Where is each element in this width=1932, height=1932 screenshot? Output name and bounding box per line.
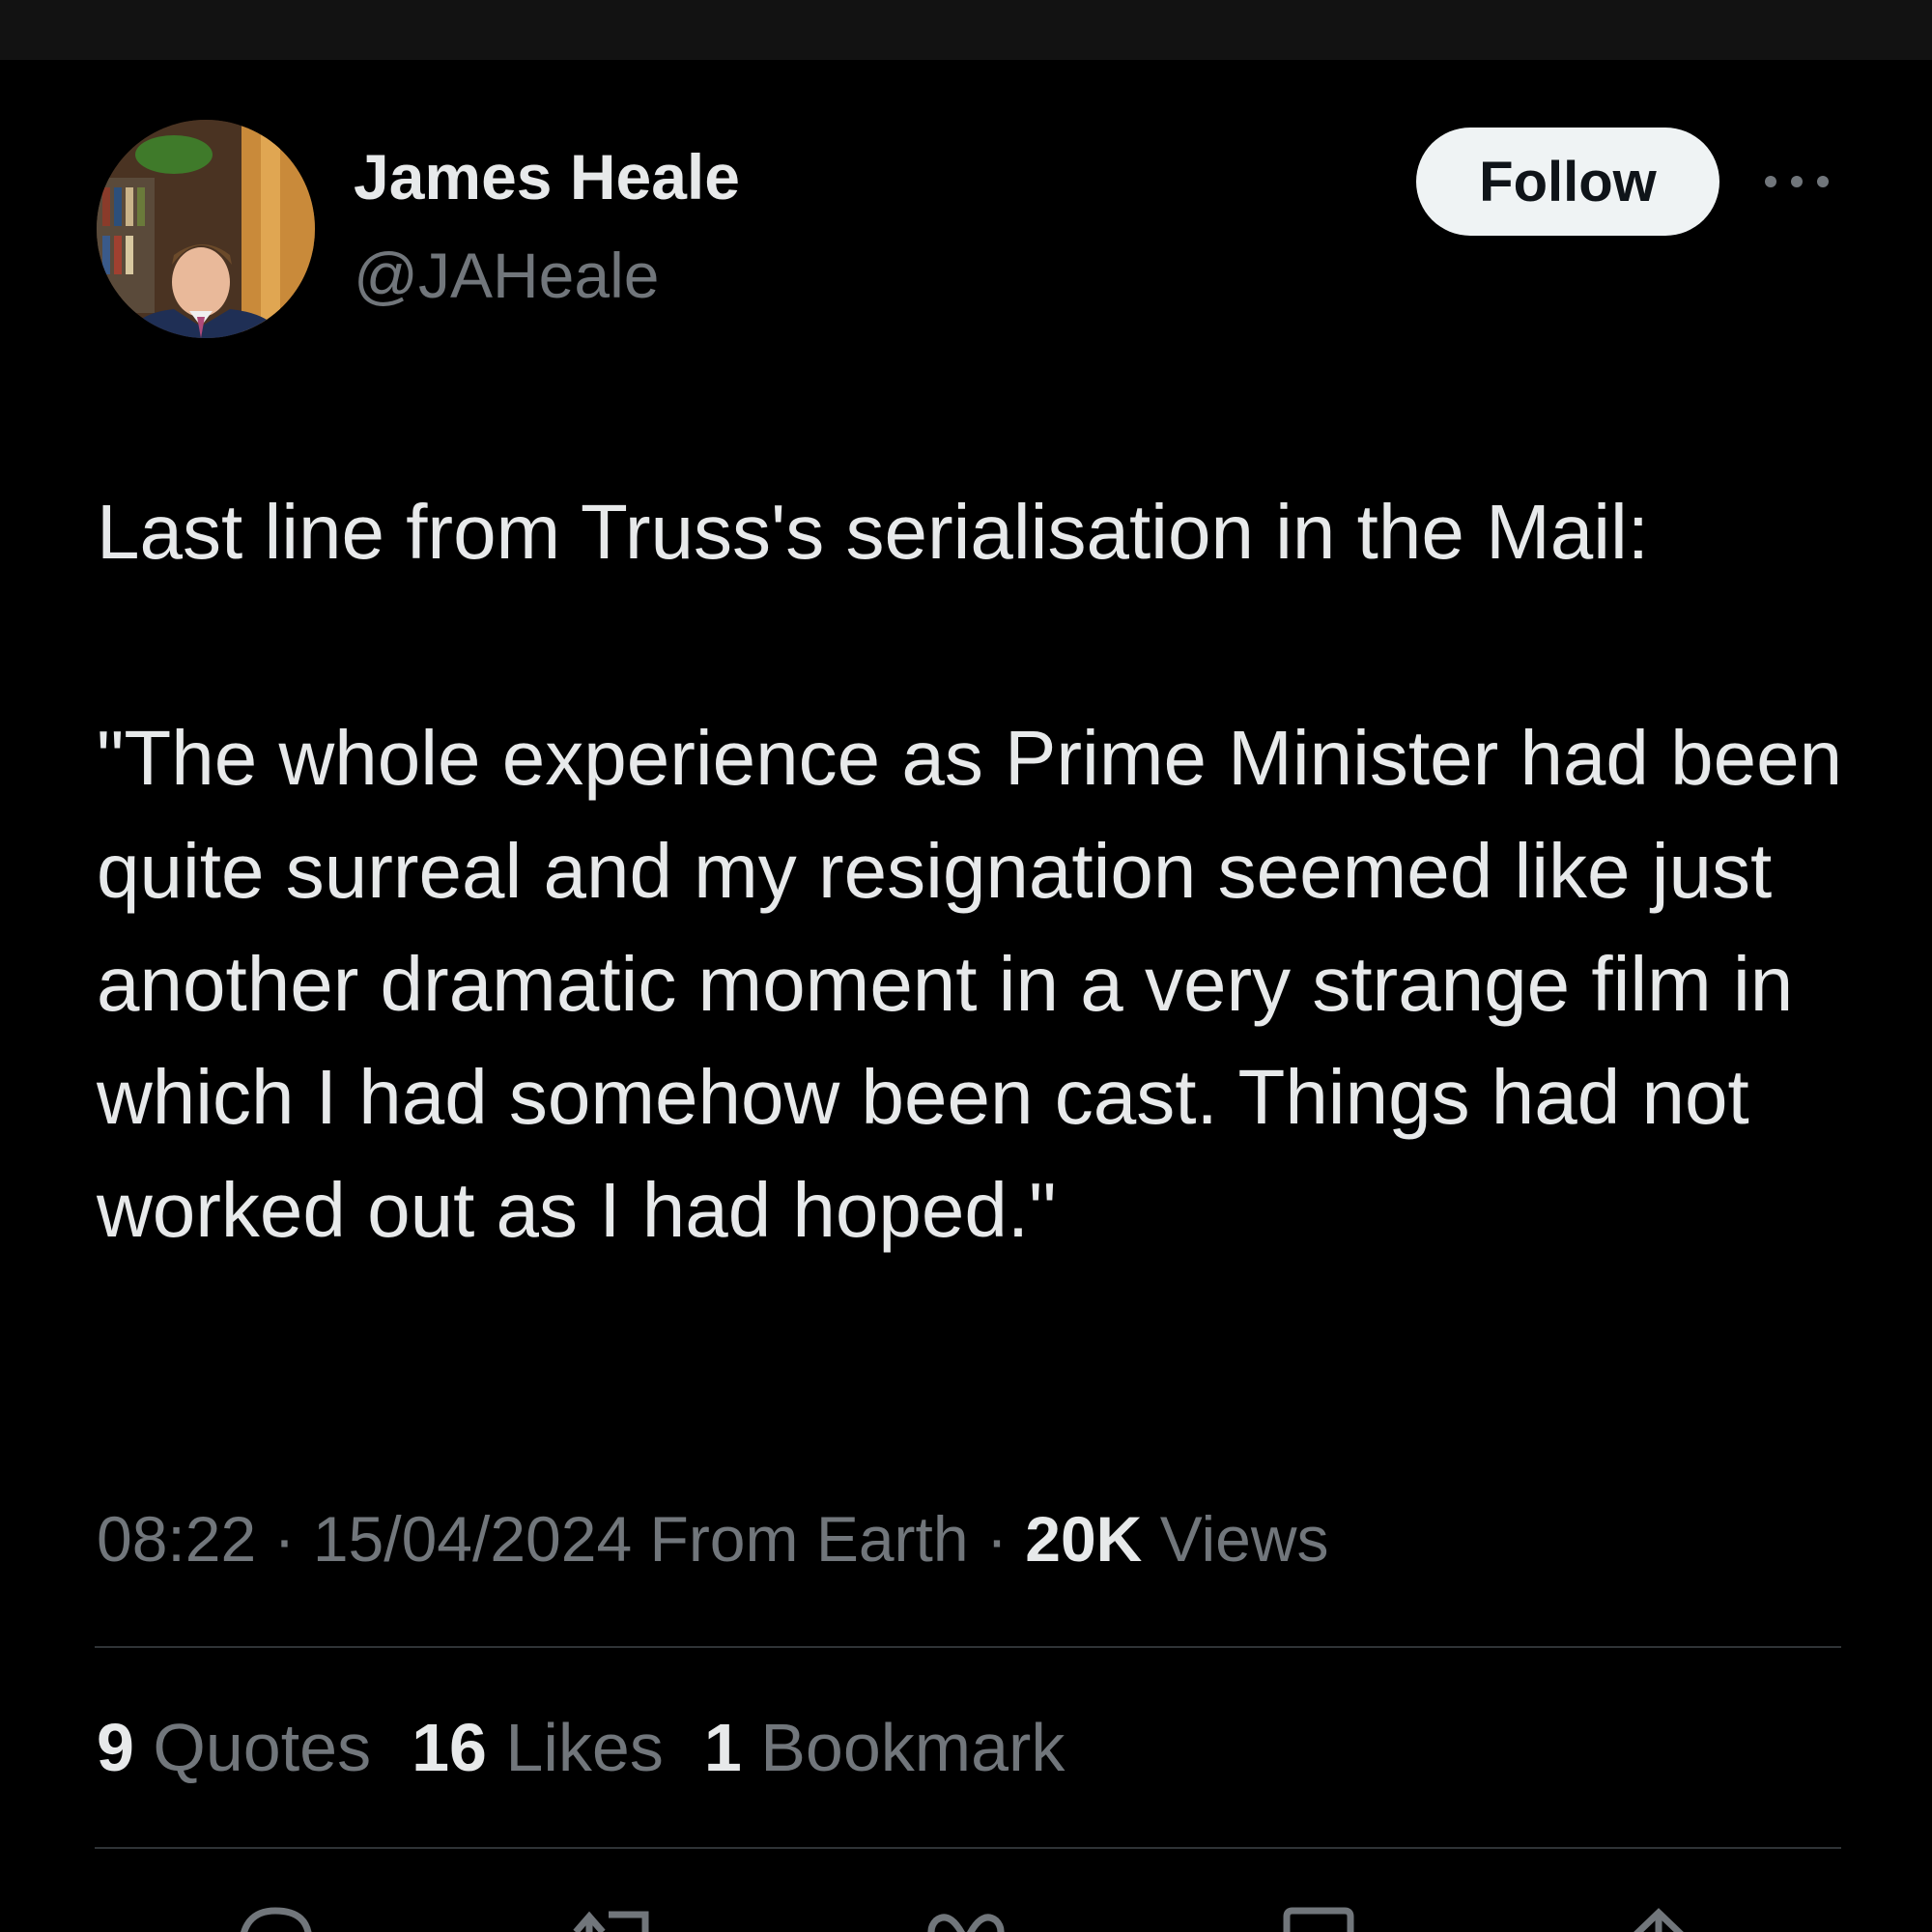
tweet-time[interactable]: 08:22 bbox=[97, 1503, 256, 1575]
author-handle[interactable]: @JAHeale bbox=[354, 243, 659, 307]
more-options-button[interactable] bbox=[1758, 162, 1835, 201]
quotes-count: 9 bbox=[97, 1710, 134, 1785]
tweet-text: Last line from Truss's serialisation in … bbox=[97, 489, 1843, 1253]
follow-button[interactable]: Follow bbox=[1416, 128, 1719, 236]
author-display-name[interactable]: James Heale bbox=[354, 145, 740, 209]
avatar-photo bbox=[97, 120, 315, 338]
quotes-stat[interactable]: 9 Quotes bbox=[97, 1714, 371, 1781]
likes-label: Likes bbox=[505, 1710, 664, 1785]
tweet-meta: 08:22 · 15/04/2024 From Earth · 20K View… bbox=[97, 1507, 1329, 1571]
tweet-source: From Earth bbox=[649, 1503, 969, 1575]
tweet-date[interactable]: 15/04/2024 bbox=[313, 1503, 632, 1575]
top-status-strip bbox=[0, 0, 1932, 60]
share-icon[interactable] bbox=[1615, 1903, 1702, 1932]
reply-icon[interactable] bbox=[232, 1903, 319, 1932]
quotes-label: Quotes bbox=[153, 1710, 372, 1785]
divider bbox=[95, 1646, 1841, 1648]
bookmarks-count: 1 bbox=[703, 1710, 742, 1785]
likes-count: 16 bbox=[412, 1710, 487, 1785]
repost-icon[interactable] bbox=[570, 1903, 657, 1932]
like-icon[interactable] bbox=[923, 1903, 1009, 1932]
engagement-stats: 9 Quotes 16 Likes 1 Bookmark bbox=[97, 1714, 1065, 1781]
meta-separator: · bbox=[273, 1503, 296, 1575]
meta-separator: · bbox=[985, 1503, 1008, 1575]
divider bbox=[95, 1847, 1841, 1849]
author-avatar[interactable] bbox=[97, 120, 315, 338]
bookmark-icon[interactable] bbox=[1275, 1903, 1362, 1932]
bookmarks-label: Bookmark bbox=[760, 1710, 1065, 1785]
views-label[interactable]: Views bbox=[1160, 1503, 1329, 1575]
bookmarks-stat[interactable]: 1 Bookmark bbox=[704, 1714, 1065, 1781]
more-horizontal-icon bbox=[1765, 176, 1829, 187]
action-bar bbox=[0, 1893, 1932, 1932]
likes-stat[interactable]: 16 Likes bbox=[412, 1714, 664, 1781]
views-count[interactable]: 20K bbox=[1025, 1503, 1142, 1575]
